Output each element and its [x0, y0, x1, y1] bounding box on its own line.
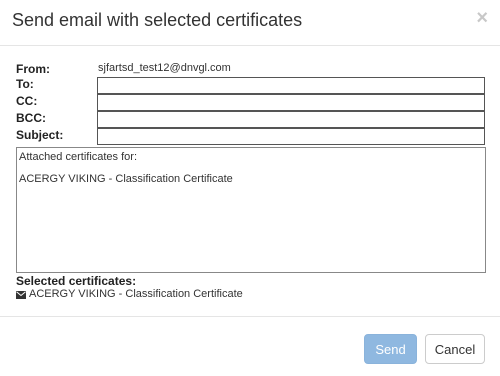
selected-certificate-text: ACERGY VIKING - Classification Certifica… [29, 288, 243, 300]
from-value: sjfartsd_test12@dnvgl.com [98, 62, 231, 74]
subject-label: Subject: [16, 128, 64, 142]
envelope-icon [16, 290, 26, 299]
modal-footer: Send Cancel [0, 316, 500, 376]
to-field[interactable] [97, 77, 485, 94]
from-label: From: [16, 62, 50, 76]
to-label: To: [16, 77, 34, 91]
cancel-button[interactable]: Cancel [425, 334, 485, 364]
cc-field[interactable] [97, 94, 485, 111]
message-body[interactable]: Attached certificates for: ACERGY VIKING… [16, 147, 486, 273]
cc-label: CC: [16, 94, 38, 108]
close-icon[interactable]: × [476, 8, 488, 28]
bcc-field[interactable] [97, 111, 485, 128]
send-button[interactable]: Send [364, 334, 417, 364]
selected-certificate-item: ACERGY VIKING - Classification Certifica… [16, 288, 243, 300]
selected-certificates-label: Selected certificates: [16, 274, 137, 288]
bcc-label: BCC: [16, 111, 46, 125]
subject-field[interactable] [97, 128, 485, 145]
modal-header: Send email with selected certificates × [0, 0, 500, 46]
message-line: Attached certificates for: [19, 151, 137, 163]
modal-title: Send email with selected certificates [12, 10, 303, 30]
message-line: ACERGY VIKING - Classification Certifica… [19, 173, 233, 185]
